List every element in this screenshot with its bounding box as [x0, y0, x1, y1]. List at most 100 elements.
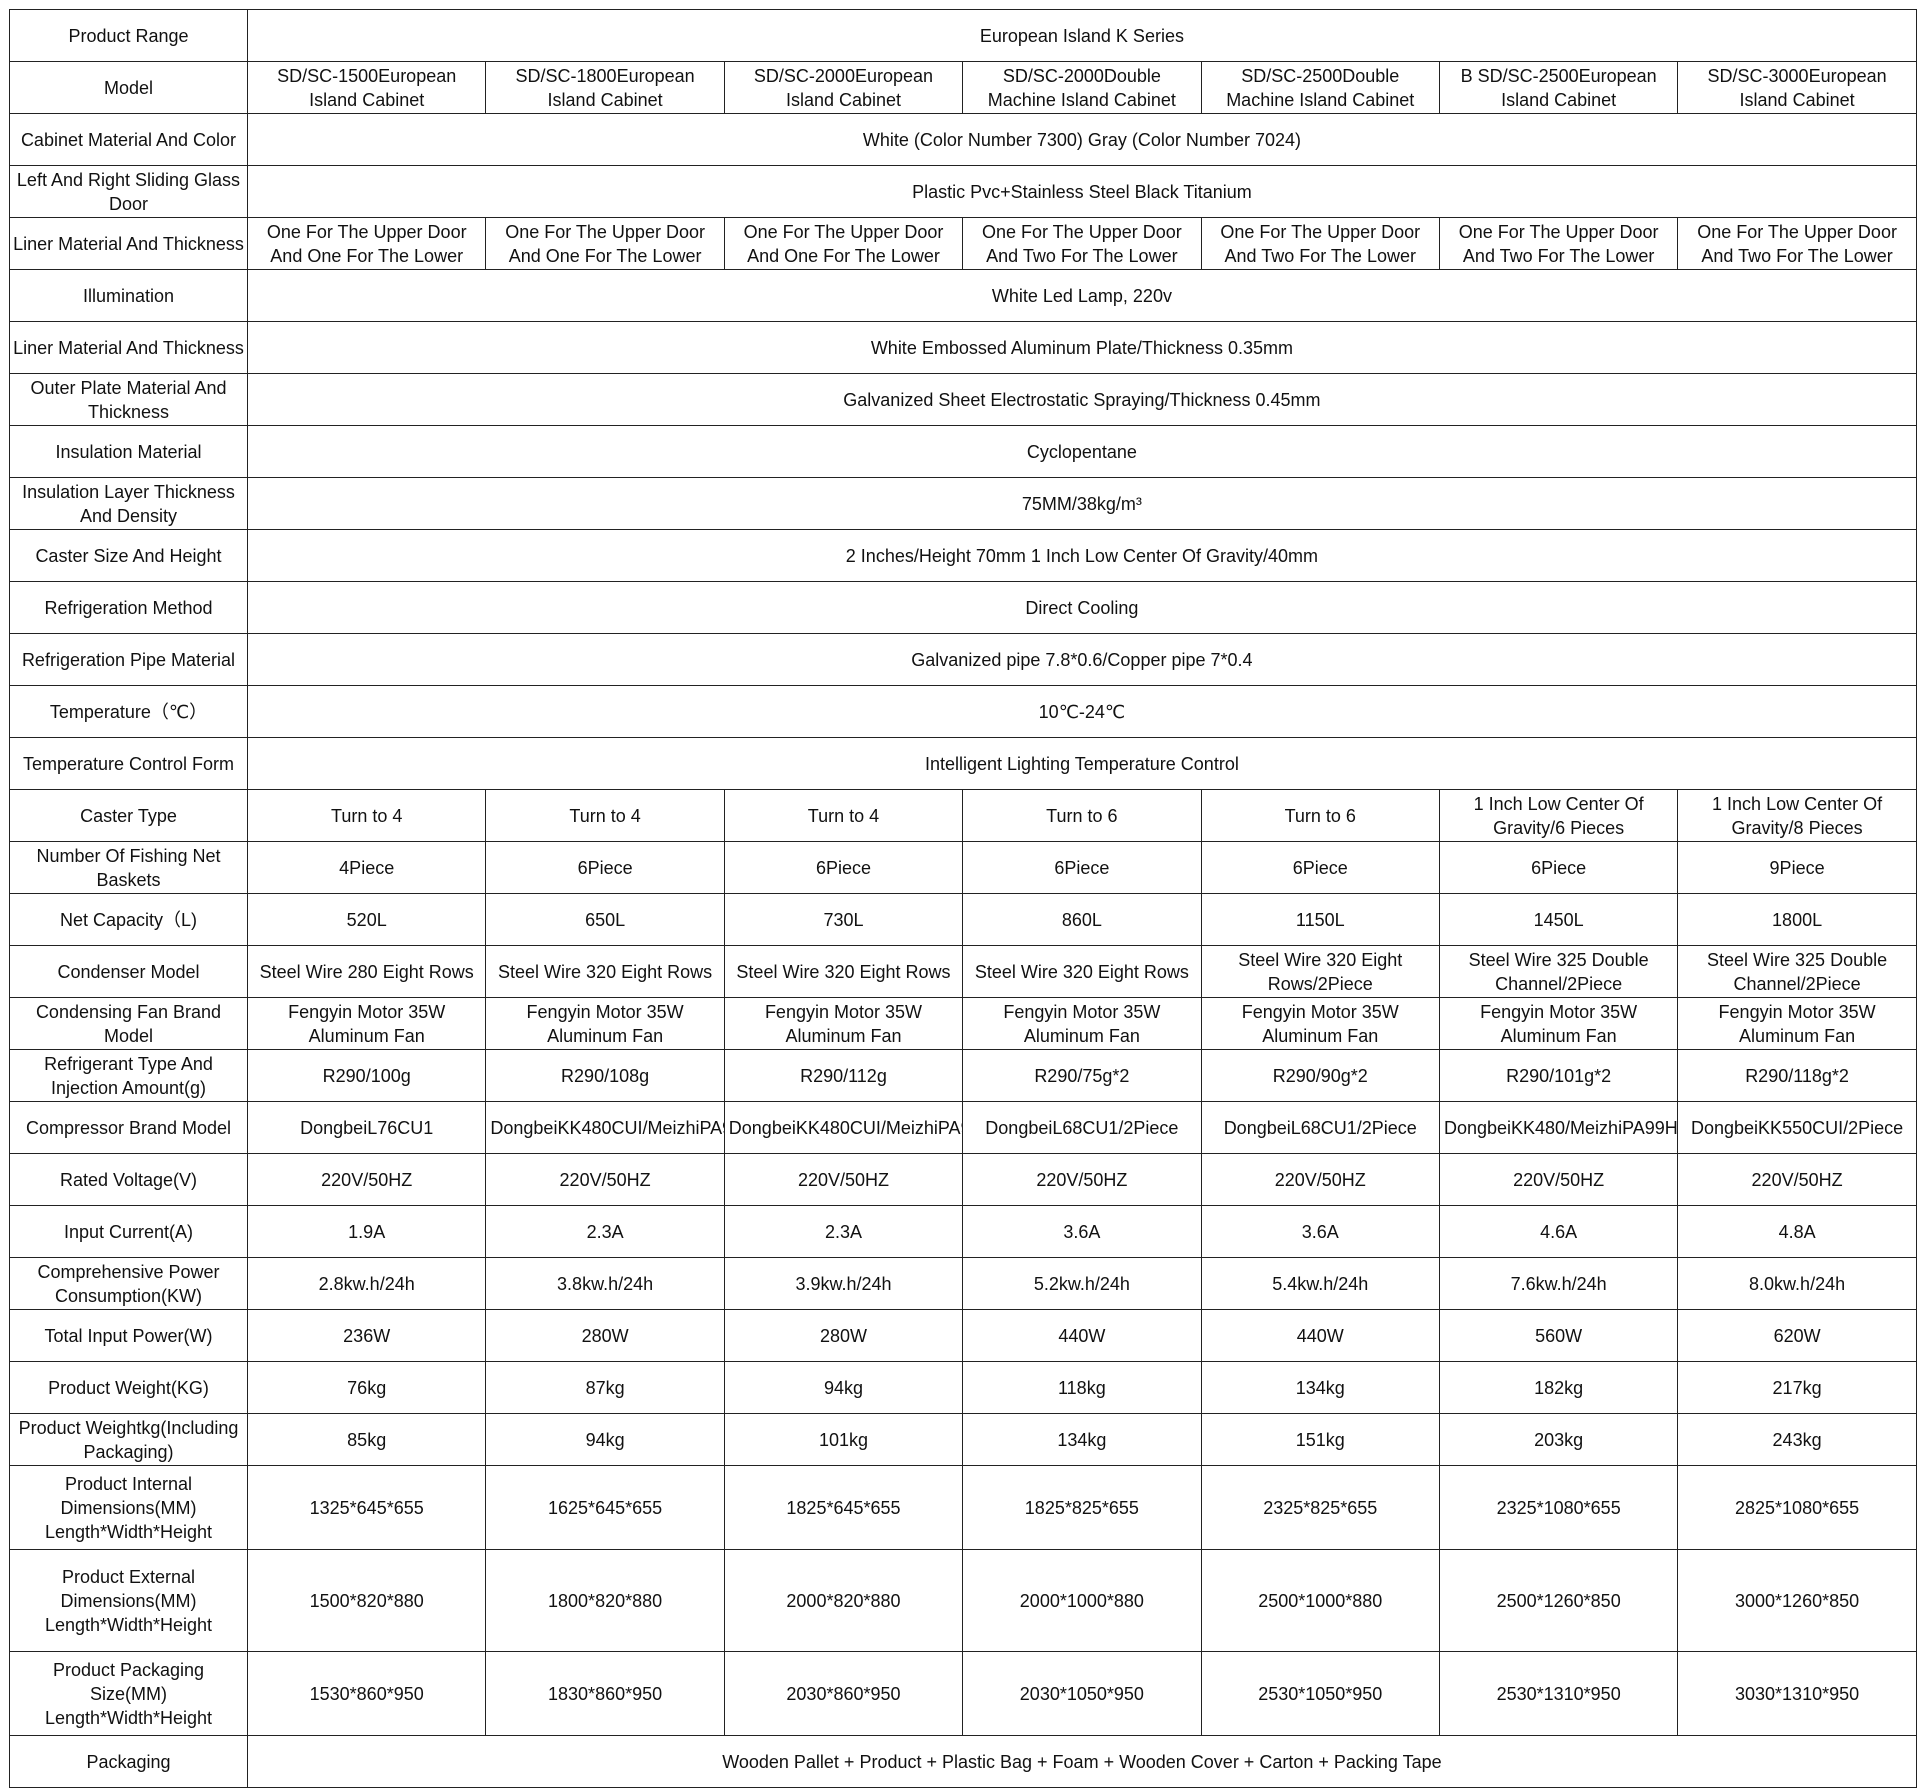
table-row: Condensing Fan Brand Model Fengyin Motor … [9, 997, 1917, 1050]
table-row: Net Capacity（L) 520L 650L 730L 860L 1150L 1450… [9, 893, 1917, 946]
row-label: Net Capacity（L) [9, 893, 248, 946]
spanning-value-cell: White Led Lamp, 220v [247, 269, 1917, 322]
table-row: Condenser Model Steel Wire 280 Eight Rows… [9, 945, 1917, 998]
value-cell: Fengyin Motor 35W Aluminum Fan [246, 997, 487, 1050]
value-cell: R290/90g*2 [1200, 1049, 1440, 1102]
value-cell: 85kg [246, 1413, 487, 1466]
row-label: Outer Plate Material And Thickness [9, 373, 248, 426]
row-label: Caster Size And Height [9, 529, 248, 582]
value-cell: Fengyin Motor 35W Aluminum Fan [1677, 997, 1917, 1050]
value-cell: Steel Wire 320 Eight Rows [485, 945, 725, 998]
value-cell: 2000*820*880 [723, 1549, 964, 1652]
value-cell: One For The Upper Door And Two For The L… [1438, 217, 1679, 270]
value-cell: 440W [1200, 1309, 1440, 1362]
row-label: Illumination [9, 269, 248, 322]
value-cell: R290/108g [485, 1049, 725, 1102]
row-label: Product Packaging Size(MM) Length*Width*… [9, 1651, 248, 1736]
value-cell: 2325*825*655 [1200, 1465, 1440, 1550]
value-cell: B SD/SC-2500European Island Cabinet [1438, 61, 1679, 114]
table-row: Refrigeration Method Direct Cooling [9, 581, 1917, 634]
value-cell: 134kg [1200, 1361, 1440, 1414]
value-cell: 76kg [246, 1361, 487, 1414]
table-row: Cabinet Material And Color White (Color N… [9, 113, 1917, 166]
value-cell: Steel Wire 320 Eight Rows [723, 945, 964, 998]
row-label: Cabinet Material And Color [9, 113, 248, 166]
value-cell: 1500*820*880 [246, 1549, 487, 1652]
value-cell: 6Piece [723, 841, 964, 894]
value-cell: One For The Upper Door And One For The L… [723, 217, 964, 270]
value-cell: DongbeiL68CU1/2Piece [1200, 1101, 1440, 1154]
value-cell: 730L [723, 893, 964, 946]
value-cell: 650L [485, 893, 725, 946]
row-label: Caster Type [9, 789, 248, 842]
value-cell: Steel Wire 320 Eight Rows/2Piece [1200, 945, 1440, 998]
row-label: Temperature Control Form [9, 737, 248, 790]
row-label: Condenser Model [9, 945, 248, 998]
table-row: Product External Dimensions(MM) Length*W… [9, 1549, 1917, 1652]
value-cell: DongbeiKK480CUI/MeizhiPA99HMF [723, 1101, 964, 1154]
value-cell: 3.9kw.h/24h [723, 1257, 964, 1310]
spanning-value-cell: Galvanized Sheet Electrostatic Spraying/… [247, 373, 1917, 426]
value-cell: Steel Wire 320 Eight Rows [962, 945, 1202, 998]
value-cell: 1825*645*655 [723, 1465, 964, 1550]
value-cell: 7.6kw.h/24h [1438, 1257, 1679, 1310]
value-cell: 620W [1677, 1309, 1917, 1362]
value-cell: Fengyin Motor 35W Aluminum Fan [962, 997, 1202, 1050]
value-cell: 2325*1080*655 [1438, 1465, 1679, 1550]
value-cell: One For The Upper Door And One For The L… [246, 217, 487, 270]
table-row: Liner Material And Thickness One For The … [9, 217, 1917, 270]
table-row: Packaging Wooden Pallet + Product + Plast… [9, 1735, 1917, 1788]
value-cell: 2.3A [485, 1205, 725, 1258]
spec-table-body: Product Range European Island K Series Mod… [9, 9, 1917, 1788]
value-cell: 8.0kw.h/24h [1677, 1257, 1917, 1310]
value-cell: 220V/50HZ [246, 1153, 487, 1206]
value-cell: R290/75g*2 [962, 1049, 1202, 1102]
value-cell: 3000*1260*850 [1677, 1549, 1917, 1652]
value-cell: 220V/50HZ [1677, 1153, 1917, 1206]
value-cell: 87kg [485, 1361, 725, 1414]
value-cell: 4.8A [1677, 1205, 1917, 1258]
table-row: Product Weight(KG) 76kg 87kg 94kg 118kg 134kg… [9, 1361, 1917, 1414]
table-row: Liner Material And Thickness White Emboss… [9, 321, 1917, 374]
row-label: Left And Right Sliding Glass Door [9, 165, 248, 218]
table-row: Temperature（℃） 10℃-24℃ [9, 685, 1917, 738]
value-cell: 1830*860*950 [485, 1651, 725, 1736]
value-cell: One For The Upper Door And Two For The L… [1200, 217, 1440, 270]
value-cell: 243kg [1677, 1413, 1917, 1466]
value-cell: 2.3A [723, 1205, 964, 1258]
table-row: Refrigeration Pipe Material Galvanized pi… [9, 633, 1917, 686]
row-label: Condensing Fan Brand Model [9, 997, 248, 1050]
value-cell: 1 Inch Low Center Of Gravity/6 Pieces [1438, 789, 1679, 842]
table-row: Comprehensive Power Consumption(KW) 2.8kw… [9, 1257, 1917, 1310]
row-label: Temperature（℃） [9, 685, 248, 738]
value-cell: SD/SC-2500Double Machine Island Cabinet [1200, 61, 1440, 114]
value-cell: 280W [485, 1309, 725, 1362]
row-label: Liner Material And Thickness [9, 217, 248, 270]
table-row: Refrigerant Type And Injection Amount(g)… [9, 1049, 1917, 1102]
table-row: Model SD/SC-1500European Island Cabinet SD… [9, 61, 1917, 114]
row-label: Liner Material And Thickness [9, 321, 248, 374]
row-label: Input Current(A) [9, 1205, 248, 1258]
spanning-value-cell: Direct Cooling [247, 581, 1917, 634]
table-row: Insulation Layer Thickness And Density 75… [9, 477, 1917, 530]
spanning-value-cell: Intelligent Lighting Temperature Control [247, 737, 1917, 790]
value-cell: 3030*1310*950 [1677, 1651, 1917, 1736]
value-cell: 3.6A [962, 1205, 1202, 1258]
value-cell: 520L [246, 893, 487, 946]
value-cell: 2530*1050*950 [1200, 1651, 1440, 1736]
value-cell: 440W [962, 1309, 1202, 1362]
value-cell: DongbeiL76CU1 [246, 1101, 487, 1154]
value-cell: Turn to 4 [485, 789, 725, 842]
value-cell: 6Piece [1200, 841, 1440, 894]
value-cell: Turn to 6 [962, 789, 1202, 842]
value-cell: R290/118g*2 [1677, 1049, 1917, 1102]
value-cell: SD/SC-2000Double Machine Island Cabinet [962, 61, 1202, 114]
spanning-value-cell: Wooden Pallet + Product + Plastic Bag + … [247, 1735, 1917, 1788]
value-cell: 6Piece [1438, 841, 1679, 894]
value-cell: 2825*1080*655 [1677, 1465, 1917, 1550]
table-row: Temperature Control Form Intelligent Ligh… [9, 737, 1917, 790]
value-cell: Fengyin Motor 35W Aluminum Fan [1438, 997, 1679, 1050]
spanning-value-cell: Plastic Pvc+Stainless Steel Black Titani… [247, 165, 1917, 218]
value-cell: 94kg [723, 1361, 964, 1414]
value-cell: One For The Upper Door And Two For The L… [1677, 217, 1917, 270]
